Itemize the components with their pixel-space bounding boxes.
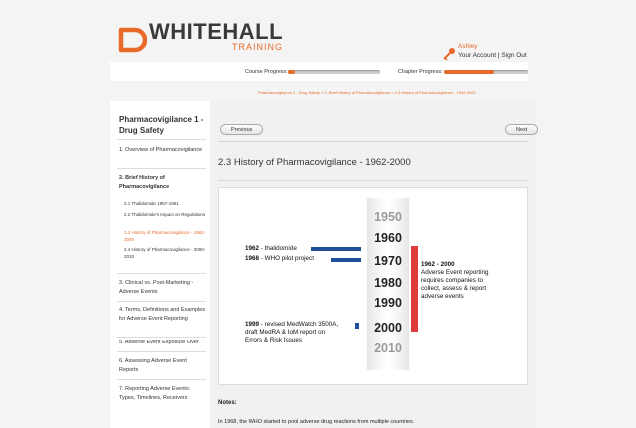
timeline-event-1962: 1962 - thalidomide	[245, 245, 297, 252]
your-account-link[interactable]: Your Account	[458, 52, 496, 59]
sidebar-divider	[117, 379, 206, 380]
page-title: 2.3 History of Pharmacovigilance - 1962-…	[218, 157, 411, 168]
chapter-progress-label: Chapter Progress:	[398, 69, 443, 75]
timeline-event-bar	[355, 323, 359, 329]
sidebar-subitem-thalidomide[interactable]: 2.1 Thalidomide 1957-1961	[124, 201, 208, 208]
sign-out-link[interactable]: Sign Out	[501, 52, 526, 59]
timeline-event-1968: 1968 - WHO pilot project	[245, 255, 314, 262]
timeline-year: 1950	[374, 210, 402, 224]
logo-brand-name: WHITEHALL	[149, 19, 284, 44]
sidebar-item-terms[interactable]: 4. Terms, Definitions and Examples for A…	[119, 306, 207, 324]
timeline-event-bar	[311, 247, 361, 251]
sidebar-item-brief-history[interactable]: 2. Brief History of Pharmacovigilance	[119, 174, 207, 192]
progress-strip: Course Progress: Chapter Progress:	[110, 62, 528, 81]
sidebar-divider	[117, 273, 206, 274]
sidebar-item-exposure[interactable]: 5. Adverse Event Exposure Over	[119, 340, 207, 346]
notes-label: Notes:	[218, 400, 237, 406]
timeline-range-event: 1962 - 2000 Adverse Event reporting requ…	[421, 261, 489, 300]
sidebar-divider	[117, 301, 206, 302]
timeline-year: 1990	[374, 296, 402, 310]
sidebar-divider	[117, 337, 206, 338]
timeline-years-column: 1950 1960 1970 1980 1990 2000 2010	[367, 198, 409, 370]
notes-text: In 1968, the WHO started to pool adverse…	[218, 419, 415, 425]
breadcrumb[interactable]: Pharmacovigilance 1 - Drug Safety > 2. B…	[258, 90, 476, 95]
sidebar-subitem-history-1962-2000[interactable]: 2.3 History of Pharmacovigilance - 1962-…	[124, 230, 208, 243]
previous-button[interactable]: Previous	[220, 124, 264, 135]
next-button[interactable]: Next	[505, 124, 539, 135]
sidebar-subitem-history-2000-2010[interactable]: 2.4 History of Pharmacovigilance - 2000-…	[124, 247, 208, 260]
sidebar-divider	[117, 168, 206, 169]
sidebar-divider	[117, 351, 206, 352]
whitehall-logo[interactable]: WHITEHALL TRAINING	[117, 20, 283, 54]
timeline-event-1999: 1999 - revised MedWatch 3500A, draft Med…	[245, 321, 339, 344]
timeline-graphic: 1950 1960 1970 1980 1990 2000 2010 1962 …	[218, 187, 528, 385]
timeline-range-bar	[411, 246, 418, 332]
timeline-year: 2010	[374, 341, 402, 355]
sidebar-divider	[117, 139, 206, 140]
main-divider	[218, 180, 528, 181]
sidebar-subitem-thalidomide-impact[interactable]: 2.2 Thalidomide's Impact on Regulations	[124, 212, 208, 219]
timeline-year: 1960	[374, 231, 402, 245]
main-content: Previous Next 2.3 History of Pharmacovig…	[210, 101, 539, 428]
sidebar-title: Pharmacovigilance 1 - Drug Safety	[119, 115, 204, 135]
course-progress-bar	[288, 70, 380, 74]
chapter-progress-fill	[444, 70, 495, 74]
timeline-year: 1970	[374, 254, 402, 268]
account-separator: |	[497, 52, 500, 59]
sidebar-item-overview[interactable]: 1. Overview of Pharmacovigilance	[119, 146, 207, 155]
timeline-event-bar	[331, 258, 361, 262]
sidebar-item-reporting[interactable]: 7. Reporting Adverse Events: Types, Time…	[119, 385, 207, 403]
account-area: Ashley Your Account | Sign Out	[442, 42, 527, 61]
chapter-progress-bar	[444, 70, 528, 74]
sidebar: Pharmacovigilance 1 - Drug Safety 1. Ove…	[110, 101, 210, 428]
logo-mark-icon	[118, 27, 147, 53]
course-progress-label: Course Progress:	[245, 69, 288, 75]
course-progress-fill	[288, 70, 296, 74]
sidebar-item-assessing[interactable]: 6. Assessing Adverse Event Reports	[119, 357, 207, 375]
sidebar-item-clinical[interactable]: 3. Clinical vs. Post-Marketing - Adverse…	[119, 279, 207, 297]
main-divider	[218, 141, 528, 142]
timeline-year: 2000	[374, 321, 402, 335]
key-icon	[443, 48, 455, 61]
user-name: Ashley	[458, 43, 478, 50]
timeline-year: 1980	[374, 276, 402, 290]
